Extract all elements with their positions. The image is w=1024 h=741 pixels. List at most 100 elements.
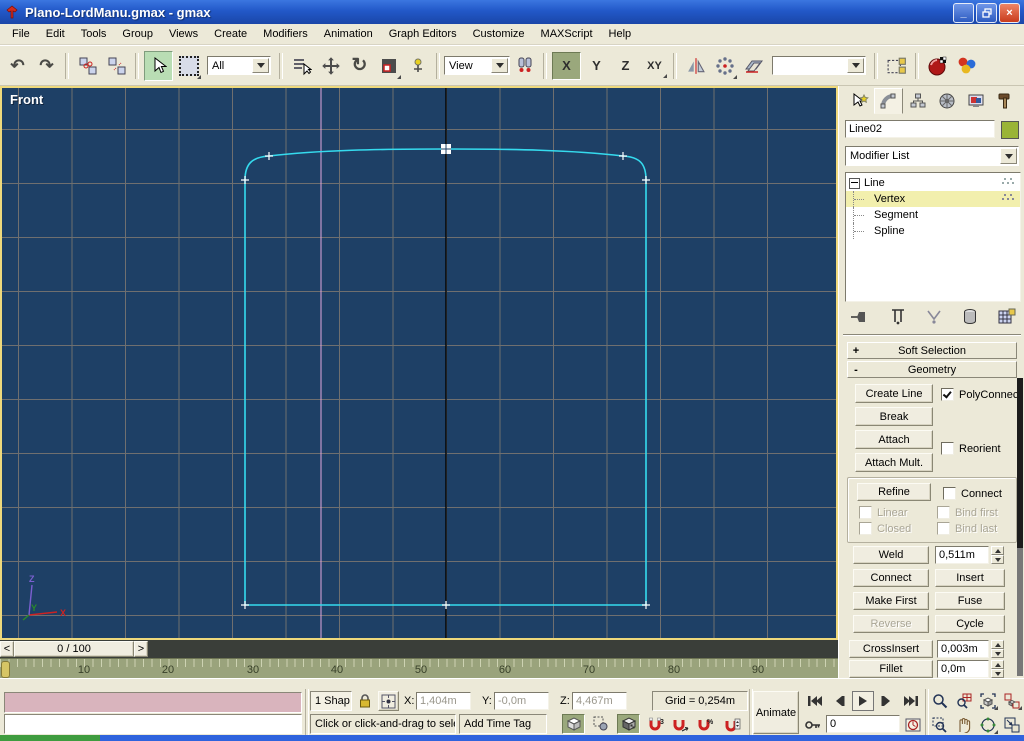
maxscript-macro-recorder[interactable] xyxy=(4,692,302,713)
dropdown-arrow-icon[interactable] xyxy=(491,58,508,73)
previous-frame-button[interactable] xyxy=(828,691,850,711)
menu-create[interactable]: Create xyxy=(206,25,255,44)
select-by-name-button[interactable] xyxy=(288,52,315,80)
object-color-swatch[interactable] xyxy=(1001,121,1019,139)
spinner-down-icon[interactable] xyxy=(991,669,1004,678)
crossinsert-button[interactable]: CrossInsert xyxy=(849,640,933,658)
viewport-label[interactable]: Front xyxy=(10,92,43,107)
use-pivot-point-button[interactable] xyxy=(511,52,538,80)
create-line-button[interactable]: Create Line xyxy=(855,384,933,403)
spinner-up-icon[interactable] xyxy=(991,546,1004,555)
cycle-button[interactable]: Cycle xyxy=(935,615,1005,633)
tab-utilities[interactable] xyxy=(990,88,1019,114)
menu-animation[interactable]: Animation xyxy=(316,25,381,44)
start-button[interactable] xyxy=(0,735,100,741)
menu-file[interactable]: File xyxy=(4,25,38,44)
tab-display[interactable] xyxy=(961,88,990,114)
restore-button[interactable] xyxy=(976,3,997,23)
dropdown-arrow-icon[interactable] xyxy=(847,58,864,73)
menu-edit[interactable]: Edit xyxy=(38,25,73,44)
degradation-override-button[interactable] xyxy=(562,714,585,734)
close-button[interactable]: × xyxy=(999,3,1020,23)
select-and-rotate-button[interactable]: ↻ xyxy=(346,52,373,80)
zoom-all-button[interactable] xyxy=(953,691,975,711)
spinner-down-icon[interactable] xyxy=(991,555,1004,564)
rollout-soft-selection[interactable]: + Soft Selection xyxy=(847,342,1017,359)
menu-customize[interactable]: Customize xyxy=(465,25,533,44)
animate-button[interactable]: Animate xyxy=(753,691,799,734)
configure-modifier-sets-icon[interactable] xyxy=(997,308,1017,326)
modifier-list-dropdown[interactable]: Modifier List xyxy=(845,146,1019,166)
undo-button[interactable]: ↶ xyxy=(4,52,31,80)
rollout-geometry[interactable]: - Geometry xyxy=(847,361,1017,378)
stack-item-line[interactable]: Line xyxy=(846,175,1020,191)
menu-views[interactable]: Views xyxy=(161,25,206,44)
x-coord-field[interactable]: 1,404m xyxy=(416,692,471,710)
stack-item-vertex[interactable]: Vertex xyxy=(846,191,1020,207)
angle-snap-toggle[interactable] xyxy=(670,715,691,734)
spinner-up-icon[interactable] xyxy=(991,660,1004,669)
menu-help[interactable]: Help xyxy=(601,25,640,44)
reference-coordinate-dropdown[interactable]: View xyxy=(444,56,510,75)
reorient-checkbox[interactable]: Reorient xyxy=(941,442,1001,455)
make-unique-icon[interactable] xyxy=(925,309,943,325)
scrollbar-thumb[interactable] xyxy=(1017,378,1023,548)
selection-region-button[interactable] xyxy=(175,52,202,80)
time-slider-next-button[interactable]: > xyxy=(134,641,148,657)
selected-vertex[interactable] xyxy=(441,144,451,154)
snap-toggle-3d[interactable]: 3 xyxy=(645,715,666,734)
transform-gizmo-toggle[interactable] xyxy=(617,714,640,734)
unlink-button[interactable] xyxy=(103,52,130,80)
dropdown-arrow-icon[interactable] xyxy=(252,58,269,73)
arc-rotate-button[interactable] xyxy=(977,715,999,735)
add-time-tag[interactable]: Add Time Tag xyxy=(459,714,547,734)
align-button[interactable] xyxy=(740,52,767,80)
named-selection-sets-dropdown[interactable] xyxy=(772,56,866,75)
stack-item-segment[interactable]: Segment xyxy=(846,207,1020,223)
mirror-button[interactable] xyxy=(682,52,709,80)
percent-snap-toggle[interactable]: % xyxy=(695,715,716,734)
connect-checkbox[interactable]: Connect xyxy=(943,487,1002,500)
material-editor-button[interactable] xyxy=(953,52,980,80)
remove-modifier-icon[interactable] xyxy=(962,308,978,326)
tab-motion[interactable] xyxy=(932,88,961,114)
attach-mult-button[interactable]: Attach Mult. xyxy=(855,453,933,472)
checkbox-icon[interactable] xyxy=(941,442,954,455)
z-coord-field[interactable]: 4,467m xyxy=(572,692,627,710)
viewport-canvas[interactable]: X Y Z xyxy=(2,88,836,638)
minimize-button[interactable]: _ xyxy=(953,3,974,23)
fillet-field[interactable]: 0,0m xyxy=(937,660,989,678)
render-button[interactable] xyxy=(924,52,951,80)
menu-modifiers[interactable]: Modifiers xyxy=(255,25,316,44)
collapse-icon[interactable]: - xyxy=(848,364,864,376)
select-and-scale-button[interactable] xyxy=(375,52,402,80)
fuse-button[interactable]: Fuse xyxy=(935,592,1005,610)
time-configuration-button[interactable] xyxy=(903,715,923,734)
y-coord-field[interactable]: -0,0m xyxy=(494,692,549,710)
select-object-button[interactable] xyxy=(144,51,173,81)
windows-taskbar[interactable] xyxy=(0,735,1024,741)
tab-modify[interactable] xyxy=(874,88,903,114)
selection-filter-dropdown[interactable]: All xyxy=(207,56,271,75)
stack-item-spline[interactable]: Spline xyxy=(846,223,1020,239)
restrict-x-button[interactable]: X xyxy=(552,52,581,80)
select-and-link-button[interactable] xyxy=(74,52,101,80)
restrict-xy-plane-button[interactable]: XY xyxy=(641,53,668,79)
array-button[interactable] xyxy=(711,52,738,80)
tab-hierarchy[interactable] xyxy=(903,88,932,114)
polyconnect-checkbox[interactable]: PolyConnect xyxy=(941,388,1021,401)
front-viewport[interactable]: X Y Z Front xyxy=(0,86,838,640)
weld-button[interactable]: Weld xyxy=(853,546,929,564)
current-frame-field[interactable]: 0 xyxy=(826,715,900,733)
restrict-z-button[interactable]: Z xyxy=(612,53,639,79)
go-to-start-button[interactable] xyxy=(804,691,826,711)
weld-spinner[interactable] xyxy=(991,546,1004,564)
refine-button[interactable]: Refine xyxy=(857,483,931,501)
zoom-extents-button[interactable] xyxy=(977,691,999,711)
time-slider-prev-button[interactable]: < xyxy=(0,641,14,657)
restrict-y-button[interactable]: Y xyxy=(583,53,610,79)
zoom-extents-all-button[interactable] xyxy=(1001,691,1023,711)
maxscript-listener-input[interactable] xyxy=(4,714,302,734)
insert-button[interactable]: Insert xyxy=(935,569,1005,587)
crossinsert-spinner[interactable] xyxy=(991,640,1004,658)
